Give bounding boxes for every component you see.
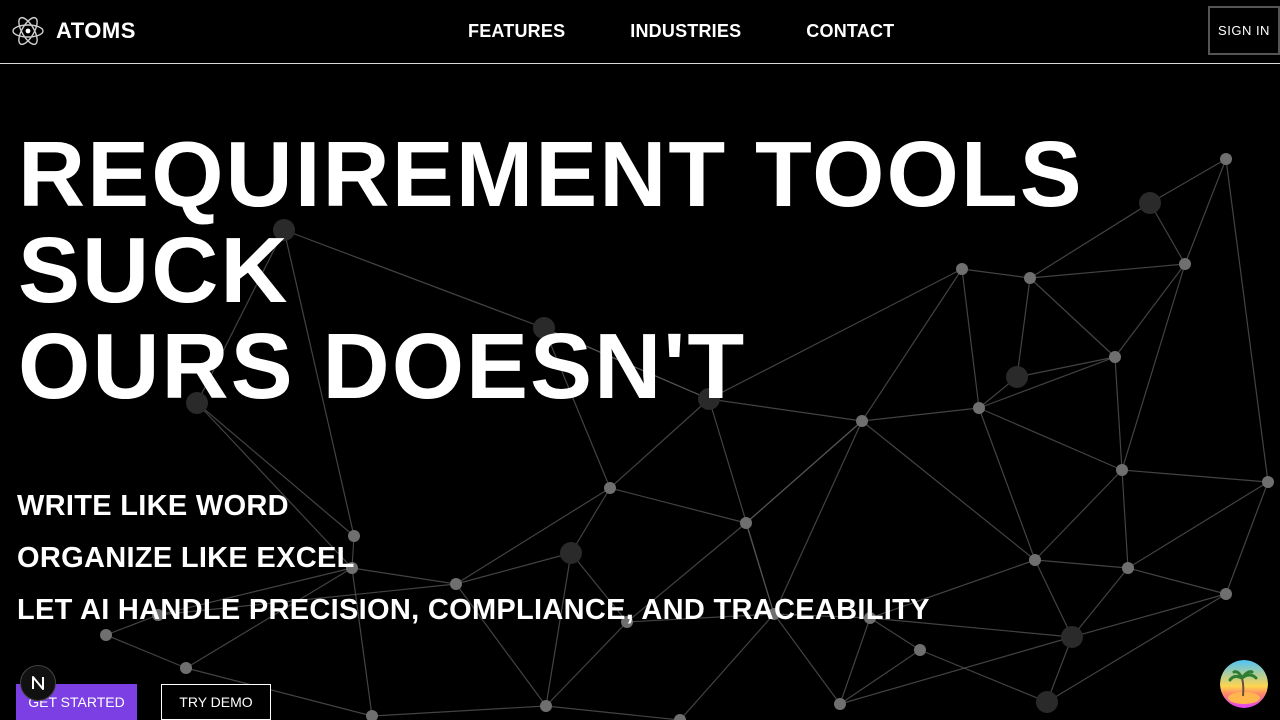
network-node (1179, 258, 1191, 270)
network-node (180, 662, 192, 674)
dev-tools-badge[interactable] (20, 665, 56, 701)
network-edge (105, 634, 187, 669)
network-edge (1046, 593, 1227, 703)
network-node (1262, 476, 1274, 488)
network-edge (1184, 158, 1227, 265)
top-nav: ATOMS FEATURES INDUSTRIES CONTACT SIGN I… (0, 0, 1280, 64)
network-edge (1225, 158, 1269, 483)
network-node (1036, 691, 1058, 713)
network-node (1116, 464, 1128, 476)
network-edge (1121, 469, 1129, 569)
tagline-excel: ORGANIZE LIKE EXCEL (17, 542, 355, 574)
network-edge (1127, 481, 1269, 569)
tagline-word: WRITE LIKE WORD (17, 490, 289, 522)
network-edge (1149, 158, 1227, 204)
brand-logo[interactable]: ATOMS (11, 12, 136, 50)
sign-in-button[interactable]: SIGN IN (1208, 6, 1280, 55)
headline-line-1: REQUIREMENT TOOLS (18, 122, 1084, 226)
network-edge (839, 649, 921, 705)
network-node (856, 415, 868, 427)
network-node (1122, 562, 1134, 574)
network-edge (1034, 559, 1073, 638)
network-edge (1127, 567, 1227, 595)
network-node (1139, 192, 1161, 214)
network-node (1220, 588, 1232, 600)
network-node (1061, 626, 1083, 648)
hero-headline: REQUIREMENT TOOLS SUCK OURS DOESN'T (18, 126, 1084, 414)
network-node (366, 710, 378, 720)
network-node (834, 698, 846, 710)
n-logo-icon (32, 676, 44, 690)
try-demo-button[interactable]: TRY DEMO (161, 684, 271, 720)
nav-link-industries[interactable]: INDUSTRIES (630, 21, 741, 42)
network-node (1029, 554, 1041, 566)
nav-link-features[interactable]: FEATURES (468, 21, 565, 42)
network-edge (545, 705, 681, 720)
network-edge (371, 705, 547, 717)
hero-taglines: WRITE LIKE WORD ORGANIZE LIKE EXCEL LET … (17, 480, 930, 636)
network-edge (1114, 263, 1186, 358)
network-node (1220, 153, 1232, 165)
avatar-icon (1220, 660, 1268, 708)
network-node (1109, 351, 1121, 363)
network-edge (1034, 559, 1129, 569)
avatar[interactable] (1220, 660, 1268, 708)
network-edge (1071, 593, 1227, 638)
network-edge (1071, 567, 1129, 638)
headline-line-3: OURS DOESN'T (18, 314, 747, 418)
atom-logo-icon (12, 16, 44, 46)
nav-link-contact[interactable]: CONTACT (806, 21, 894, 42)
network-edge (1121, 263, 1186, 471)
network-edge (1121, 469, 1269, 483)
tagline-ai: LET AI HANDLE PRECISION, COMPLIANCE, AND… (17, 594, 930, 626)
network-edge (839, 636, 1073, 705)
network-edge (1225, 481, 1269, 595)
network-edge (1114, 356, 1123, 471)
nav-links: FEATURES INDUSTRIES CONTACT (468, 21, 959, 42)
brand-name: ATOMS (56, 18, 136, 43)
network-node (540, 700, 552, 712)
network-edge (978, 407, 1123, 471)
network-node (914, 644, 926, 656)
headline-line-2: SUCK (18, 218, 290, 322)
network-edge (1034, 469, 1123, 561)
